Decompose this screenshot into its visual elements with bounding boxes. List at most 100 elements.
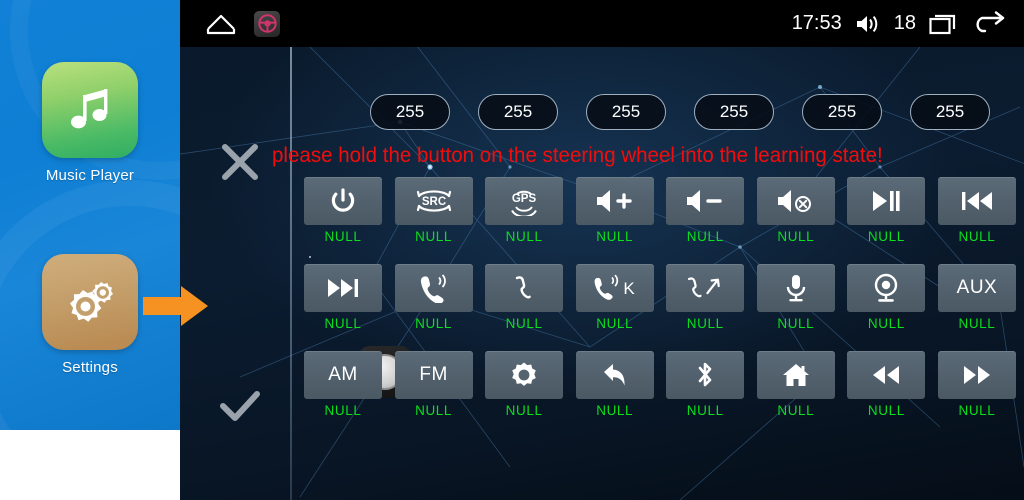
home-icon xyxy=(782,364,809,386)
volume-up-icon xyxy=(596,190,632,212)
function-cell-src: SRC NULL xyxy=(394,177,473,244)
value-pill[interactable]: 255 xyxy=(802,94,882,130)
app-sidebar: Music Player Settings xyxy=(0,0,180,430)
steering-wheel-icon[interactable] xyxy=(254,10,280,37)
function-cell-power: NULL xyxy=(304,177,382,244)
value-pill[interactable]: 255 xyxy=(694,94,774,130)
home-outline-icon[interactable] xyxy=(206,12,236,36)
function-label: NULL xyxy=(324,316,362,331)
answer-call-button[interactable] xyxy=(394,264,473,312)
src-icon: SRC xyxy=(416,190,451,212)
volume-down-icon xyxy=(687,190,722,212)
function-label: NULL xyxy=(415,316,453,331)
microphone-button[interactable] xyxy=(756,264,835,312)
function-label: NULL xyxy=(686,403,724,418)
fm-button[interactable]: FM xyxy=(394,351,473,399)
function-label: NULL xyxy=(867,403,905,418)
function-cell-mute: NULL xyxy=(756,177,835,244)
function-cell-settings: NULL xyxy=(485,351,564,418)
function-cell-fast-forward: NULL xyxy=(937,351,1016,418)
cancel-button[interactable] xyxy=(210,132,270,192)
function-cell-aux: AUX NULL xyxy=(937,264,1016,331)
function-label: NULL xyxy=(415,229,453,244)
rewind-icon xyxy=(873,366,900,384)
call-k-button[interactable]: K xyxy=(575,264,654,312)
function-cell-fm: FM NULL xyxy=(394,351,473,418)
main-panel: 17:53 18 255 255 255 255 255 255 please … xyxy=(180,0,1024,500)
function-cell-am: AM NULL xyxy=(304,351,382,418)
sidebar-item-music-player[interactable]: Music Player xyxy=(0,62,180,184)
fast-forward-button[interactable] xyxy=(937,351,1016,399)
music-player-icon-tile xyxy=(42,62,138,158)
hang-up-icon xyxy=(515,276,531,299)
gps-button[interactable]: GPS xyxy=(485,177,564,225)
value-pill[interactable]: 255 xyxy=(910,94,990,130)
function-cell-gps: GPS NULL xyxy=(485,177,564,244)
am-button[interactable]: AM xyxy=(304,351,382,399)
status-bar-left xyxy=(206,0,280,47)
hang-up-arrow-button[interactable] xyxy=(666,264,745,312)
function-label: NULL xyxy=(867,316,905,331)
gps-text: GPS xyxy=(512,193,537,205)
confirm-button[interactable] xyxy=(210,377,270,437)
steering-wheel-learning-screen: Music Player Settings 17:53 18 255 255 2… xyxy=(0,0,1024,500)
value-pill[interactable]: 255 xyxy=(478,94,558,130)
gears-icon xyxy=(70,282,113,322)
gps-icon: GPS xyxy=(511,190,538,216)
function-button-grid: NULL SRC NULL GPS NULL NULL NULL NULL NU… xyxy=(304,177,1016,438)
next-track-button[interactable] xyxy=(304,264,382,312)
function-label: NULL xyxy=(777,403,815,418)
play-pause-button[interactable] xyxy=(847,177,926,225)
power-button[interactable] xyxy=(304,177,382,225)
function-label: NULL xyxy=(686,316,724,331)
orange-right-arrow-icon xyxy=(143,286,208,326)
function-label: NULL xyxy=(596,316,634,331)
status-bar-right: 17:53 18 xyxy=(792,0,1006,47)
function-cell-camera: NULL xyxy=(847,264,926,331)
function-cell-home: NULL xyxy=(756,351,835,418)
speaker-volume-icon[interactable] xyxy=(855,13,881,35)
value-pill[interactable]: 255 xyxy=(370,94,450,130)
function-cell-play-pause: NULL xyxy=(847,177,926,244)
aux-button[interactable]: AUX xyxy=(937,264,1016,312)
src-text: SRC xyxy=(421,196,445,208)
function-row: NULL SRC NULL GPS NULL NULL NULL NULL NU… xyxy=(304,177,1016,244)
value-pill[interactable]: 255 xyxy=(586,94,666,130)
camera-button[interactable] xyxy=(847,264,926,312)
mute-button[interactable] xyxy=(756,177,835,225)
src-button[interactable]: SRC xyxy=(394,177,473,225)
volume-down-button[interactable] xyxy=(666,177,745,225)
settings-icon-tile xyxy=(42,254,138,350)
am-label: AM xyxy=(328,364,358,385)
volume-up-button[interactable] xyxy=(575,177,654,225)
function-label: NULL xyxy=(415,403,453,418)
rewind-button[interactable] xyxy=(847,351,926,399)
back-button[interactable] xyxy=(575,351,654,399)
back-arrow-icon[interactable] xyxy=(972,10,1006,37)
home-button[interactable] xyxy=(756,351,835,399)
panel-divider xyxy=(290,47,292,500)
function-label: NULL xyxy=(505,316,543,331)
clock-time: 17:53 xyxy=(791,12,842,34)
function-cell-volume-up: NULL xyxy=(575,177,654,244)
function-cell-microphone: NULL xyxy=(756,264,835,331)
next-track-icon xyxy=(328,279,358,297)
answer-call-icon xyxy=(420,274,446,303)
function-label: NULL xyxy=(777,316,815,331)
android-status-bar: 17:53 18 xyxy=(180,0,1024,47)
channel-values-row: 255 255 255 255 255 255 xyxy=(370,94,990,134)
function-cell-rewind: NULL xyxy=(847,351,926,418)
fast-forward-icon xyxy=(963,366,990,384)
function-cell-hang-up-arrow: NULL xyxy=(666,264,745,331)
bluetooth-button[interactable] xyxy=(666,351,745,399)
previous-track-icon xyxy=(961,192,992,210)
function-label: NULL xyxy=(505,229,543,244)
function-cell-previous-track: NULL xyxy=(937,177,1016,244)
settings-button[interactable] xyxy=(485,351,564,399)
previous-track-button[interactable] xyxy=(937,177,1016,225)
warning-message: please hold the button on the steering w… xyxy=(272,143,883,167)
hang-up-button[interactable] xyxy=(485,264,564,312)
recent-apps-icon[interactable] xyxy=(929,12,959,36)
bluetooth-icon xyxy=(698,362,712,387)
hang-up-arrow-icon xyxy=(688,277,721,298)
